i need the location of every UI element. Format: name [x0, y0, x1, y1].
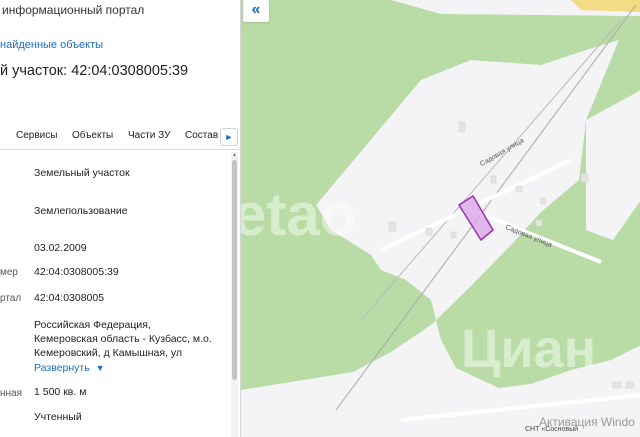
scroll-thumb[interactable]	[232, 160, 237, 380]
row-cadnum-label: мер	[0, 267, 18, 278]
row-address-line-2: Кемеровская область - Кузбасс, м.о.	[34, 333, 212, 345]
tab-composition[interactable]: Состав	[185, 130, 218, 141]
expand-address-link[interactable]: Развернуть ▼	[34, 362, 105, 374]
map-building	[535, 219, 543, 227]
tab-objects[interactable]: Объекты	[72, 130, 113, 141]
map-building	[540, 197, 547, 205]
info-panel: информационный портал найденные объекты …	[0, 0, 240, 437]
map-building	[580, 173, 589, 183]
map-building	[515, 185, 523, 193]
row-area-value: 1 500 кв. м	[34, 386, 87, 398]
object-title: й участок: 42:04:0308005:39	[0, 63, 189, 79]
expand-link-label[interactable]: Развернуть	[34, 362, 90, 374]
row-cadnum-value: 42:04:0308005:39	[34, 266, 119, 278]
collapse-panel-button[interactable]: «	[243, 0, 269, 22]
row-address-line-1: Российская Федерация,	[34, 319, 151, 331]
row-type-value: Земельный участок	[34, 167, 130, 179]
map-building	[458, 121, 466, 133]
row-status-value: Учтенный	[34, 411, 82, 423]
found-objects-link[interactable]: найденные объекты	[0, 39, 103, 51]
snt-label: СНТ «Сосновый	[525, 426, 579, 433]
row-quarter-label: ртал	[0, 293, 22, 304]
portal-title: информационный портал	[2, 3, 145, 17]
panel-scrollbar[interactable]: ▲	[231, 152, 238, 437]
map-building	[450, 231, 457, 239]
chevron-down-icon[interactable]: ▼	[96, 363, 105, 373]
map-building	[612, 381, 622, 389]
row-kind-value: Землепользование	[34, 205, 128, 217]
map-building	[625, 381, 635, 389]
scroll-up-icon[interactable]: ▲	[232, 152, 237, 158]
tab-parts[interactable]: Части ЗУ	[128, 130, 170, 141]
row-area-label: нная	[0, 388, 23, 399]
map-building	[425, 227, 433, 236]
watermark-right: Циан	[461, 319, 597, 379]
map-building	[490, 175, 497, 184]
row-address-line-3: Кемеровский, д Камышная, ул	[34, 347, 183, 359]
map-clearing-east	[586, 90, 640, 240]
tabs-bar: Сервисы Объекты Части ЗУ Состав ►	[0, 124, 240, 150]
watermark-left: etao	[240, 181, 357, 248]
tabs-next-button[interactable]: ►	[220, 128, 238, 146]
map-view[interactable]: etao Циан Садовая улица Садовая улица Ак…	[240, 0, 640, 437]
map-building	[388, 221, 397, 232]
row-quarter-value: 42:04:0308005	[34, 292, 105, 304]
tab-services[interactable]: Сервисы	[16, 130, 57, 141]
row-date-value: 03.02.2009	[34, 242, 87, 254]
